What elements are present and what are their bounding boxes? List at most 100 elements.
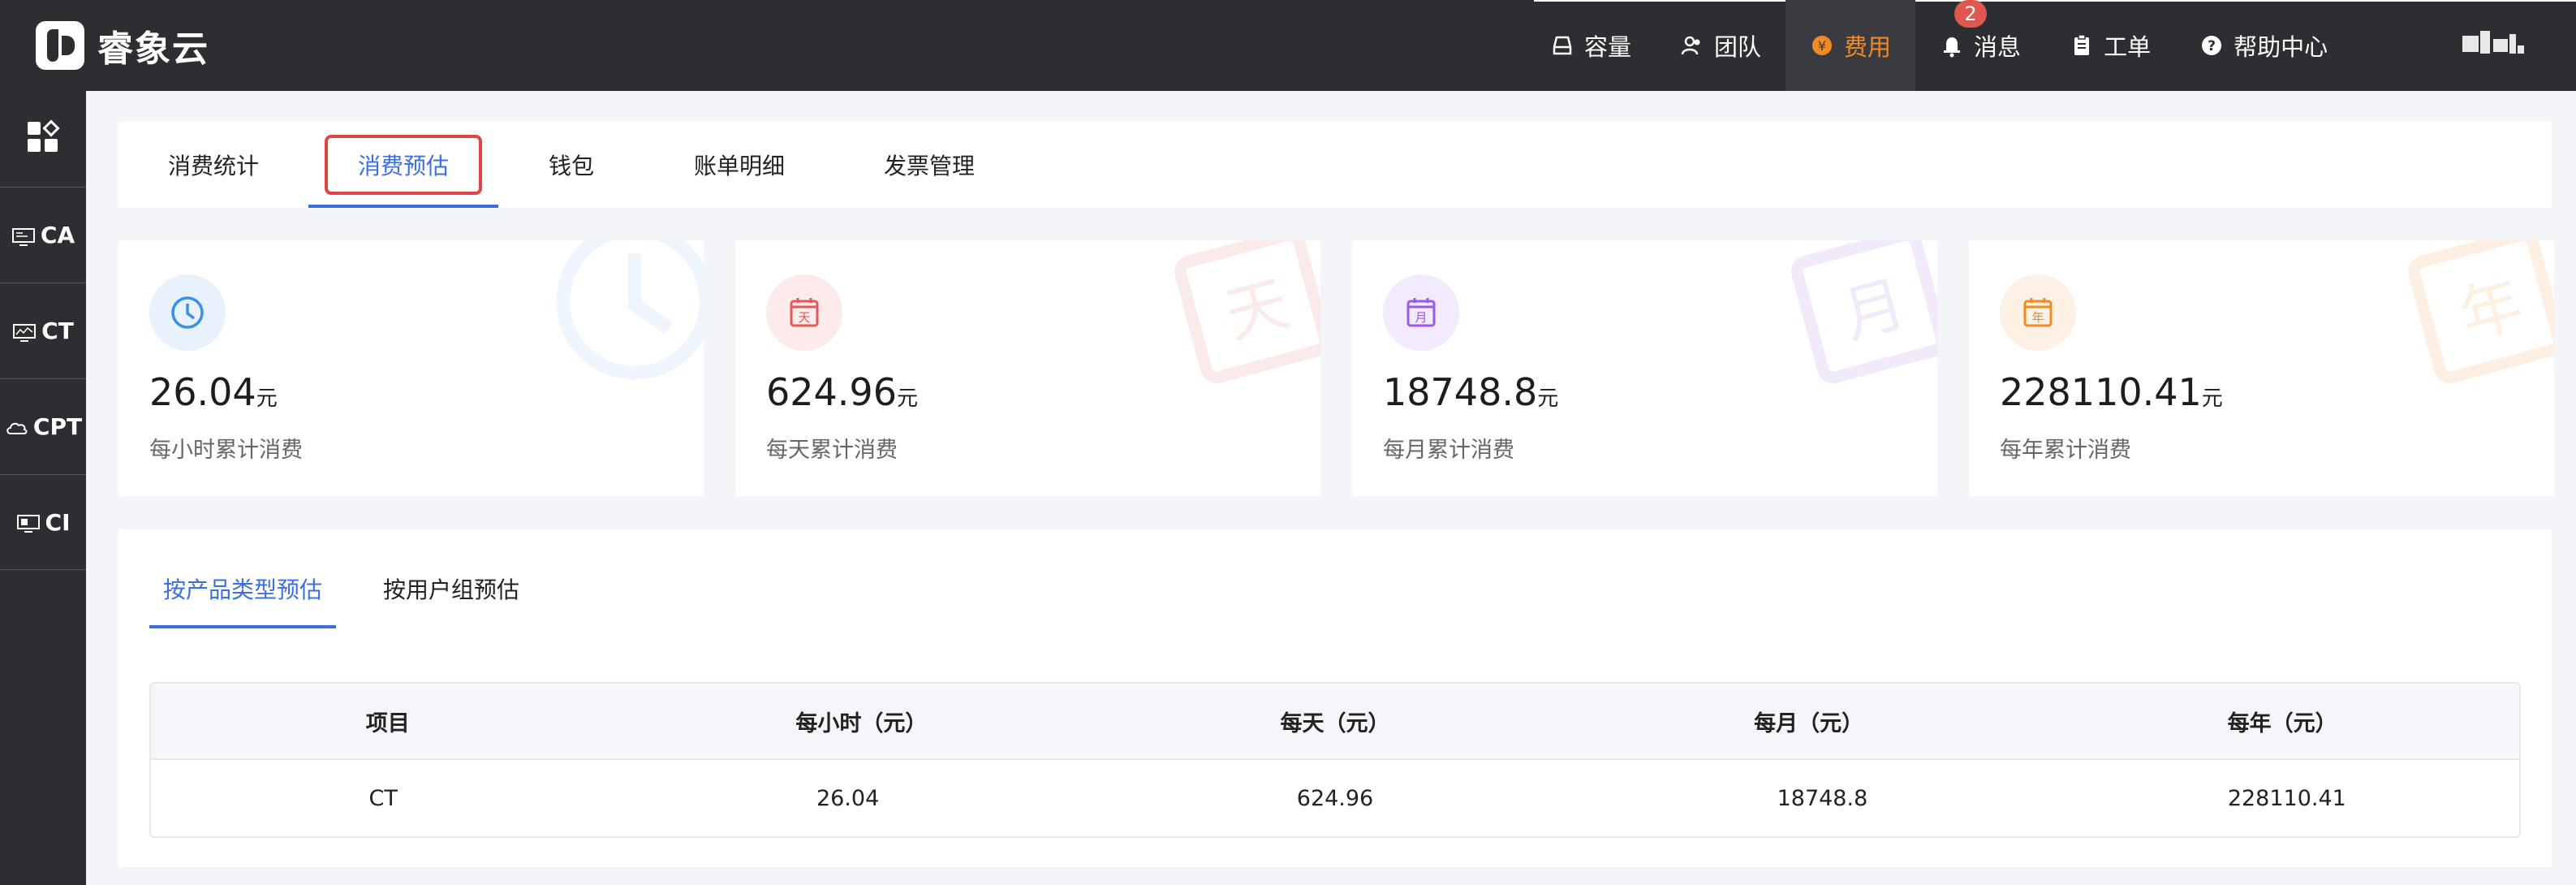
sidebar-dashboard[interactable] xyxy=(0,91,86,187)
nav-help[interactable]: ? 帮助中心 xyxy=(2175,0,2352,91)
team-icon xyxy=(1680,33,1704,58)
svg-text:月: 月 xyxy=(1415,310,1427,325)
stat-card-monthly: 月 月 18748.8元 每月累计消费 xyxy=(1352,240,1937,496)
sidebar-item-cpt[interactable]: CPT xyxy=(0,378,86,474)
svg-text:天: 天 xyxy=(798,310,810,325)
stat-label: 每小时累计消费 xyxy=(149,438,303,463)
tab-label: 发票管理 xyxy=(883,153,975,179)
subtab-by-product-type[interactable]: 按产品类型预估 xyxy=(149,562,336,628)
calendar-month-icon: 月 xyxy=(1383,274,1459,351)
sidebar: CA CT CPT CI xyxy=(0,91,86,885)
stat-label: 每天累计消费 xyxy=(766,438,898,463)
estimate-panel: 按产品类型预估 按用户组预估 项目 每小时（元） 每天（元） 每月（元） 每年（… xyxy=(118,529,2552,867)
svg-text:天: 天 xyxy=(1218,267,1296,352)
stat-unit: 元 xyxy=(1537,386,1559,411)
tab-consumption-estimate[interactable]: 消费预估 xyxy=(308,122,498,208)
svg-text:年: 年 xyxy=(2452,267,2530,352)
subtab-label: 按产品类型预估 xyxy=(162,576,322,603)
stat-number: 624.96 xyxy=(766,370,897,414)
tab-label: 账单明细 xyxy=(693,153,785,179)
column-header: 每天（元） xyxy=(1280,710,1390,736)
table-cell: 624.96 xyxy=(1296,785,1374,811)
stat-value: 18748.8元 xyxy=(1383,370,1558,414)
bell-icon xyxy=(1940,33,1964,58)
nav-help-label: 帮助中心 xyxy=(2234,33,2328,61)
sidebar-item-ci-label: CI xyxy=(45,508,71,536)
nav-billing[interactable]: ¥ 费用 xyxy=(1786,0,1916,91)
monitor-chart-icon xyxy=(12,322,37,342)
svg-text:月: 月 xyxy=(1835,267,1913,352)
cloud-icon xyxy=(4,417,28,437)
tab-invoice-management[interactable]: 发票管理 xyxy=(834,122,1024,208)
table-cell: CT xyxy=(368,785,398,811)
nav-billing-label: 费用 xyxy=(1844,33,1892,61)
table-cell: 18748.8 xyxy=(1777,785,1868,811)
tab-wallet[interactable]: 钱包 xyxy=(498,122,644,208)
calendar-day-icon: 天 xyxy=(766,274,842,351)
calendar-watermark-icon: 月 xyxy=(1791,240,1937,384)
svg-text:年: 年 xyxy=(2031,310,2044,325)
app-logo[interactable]: 睿象云 xyxy=(36,19,209,71)
nav-storage[interactable]: 容量 xyxy=(1526,0,1656,91)
help-icon: ? xyxy=(2199,33,2224,58)
stat-value: 228110.41元 xyxy=(2000,370,2223,414)
table-row: CT 26.04 624.96 18748.8 228110.41 xyxy=(151,760,2519,836)
stat-unit: 元 xyxy=(896,386,918,411)
stat-value: 624.96元 xyxy=(766,370,918,414)
sidebar-item-ct[interactable]: CT xyxy=(0,283,86,378)
billing-tabs: 消费统计 消费预估 钱包 账单明细 发票管理 xyxy=(118,122,2552,208)
column-header: 每小时（元） xyxy=(795,710,928,736)
stat-label: 每年累计消费 xyxy=(2000,438,2131,463)
stat-card-yearly: 年 年 228110.41元 每年累计消费 xyxy=(1969,240,2554,496)
stat-unit: 元 xyxy=(256,386,278,411)
svg-text:?: ? xyxy=(2208,38,2216,54)
sidebar-item-ca-label: CA xyxy=(40,222,75,248)
sidebar-item-ct-label: CT xyxy=(41,317,74,344)
nav-storage-label: 容量 xyxy=(1584,33,1632,61)
tab-consumption-stats[interactable]: 消费统计 xyxy=(118,122,308,208)
sidebar-item-cpt-label: CPT xyxy=(32,413,83,440)
stat-number: 18748.8 xyxy=(1383,370,1538,414)
tab-label: 钱包 xyxy=(548,153,594,179)
column-header: 每年（元） xyxy=(2227,710,2337,736)
storage-icon xyxy=(1550,33,1574,58)
highlight-box xyxy=(325,135,482,195)
top-nav: 容量 团队 ¥ 费用 2 消息 工单 ? 帮助中心 xyxy=(1526,0,2352,91)
stat-number: 228110.41 xyxy=(2000,370,2202,414)
tab-bill-details[interactable]: 账单明细 xyxy=(644,122,834,208)
app-name: 睿象云 xyxy=(97,28,209,70)
column-header: 每月（元） xyxy=(1754,710,1864,736)
subtab-by-user-group[interactable]: 按用户组预估 xyxy=(370,562,532,615)
stat-label: 每月累计消费 xyxy=(1383,438,1514,463)
monitor-icon xyxy=(11,226,36,246)
top-bar: 睿象云 容量 团队 ¥ 费用 2 消息 工单 ? 帮助中心 xyxy=(0,0,2576,91)
estimate-table: 项目 每小时（元） 每天（元） 每月（元） 每年（元） CT 26.04 624… xyxy=(149,682,2521,838)
subtab-label: 按用户组预估 xyxy=(382,576,519,603)
clipboard-icon xyxy=(2070,33,2094,58)
logo-mark-icon xyxy=(36,21,84,70)
stat-unit: 元 xyxy=(2201,386,2223,411)
svg-text:¥: ¥ xyxy=(1818,38,1826,54)
calendar-year-icon: 年 xyxy=(2000,274,2076,351)
monitor-icon xyxy=(16,512,41,533)
calendar-watermark-icon: 年 xyxy=(2408,240,2554,384)
nav-team-label: 团队 xyxy=(1714,33,1762,61)
stat-card-daily: 天 天 624.96元 每天累计消费 xyxy=(735,240,1320,496)
clock-watermark-icon xyxy=(556,240,704,380)
nav-tickets-label: 工单 xyxy=(2104,33,2152,61)
column-header: 项目 xyxy=(365,710,410,736)
clock-icon xyxy=(149,274,226,351)
user-avatar[interactable] xyxy=(2462,28,2527,60)
table-header-row: 项目 每小时（元） 每天（元） 每月（元） 每年（元） xyxy=(151,684,2519,760)
sidebar-item-ca[interactable]: CA xyxy=(0,187,86,283)
stat-number: 26.04 xyxy=(149,370,256,414)
nav-messages[interactable]: 2 消息 xyxy=(1915,0,2045,91)
table-cell: 228110.41 xyxy=(2227,785,2346,811)
sidebar-item-ci[interactable]: CI xyxy=(0,474,86,570)
calendar-watermark-icon: 天 xyxy=(1174,240,1320,384)
nav-tickets[interactable]: 工单 xyxy=(2045,0,2175,91)
grid-apps-icon xyxy=(25,119,61,158)
yen-coin-icon: ¥ xyxy=(1810,33,1834,58)
nav-team[interactable]: 团队 xyxy=(1656,0,1786,91)
table-cell: 26.04 xyxy=(816,785,880,811)
